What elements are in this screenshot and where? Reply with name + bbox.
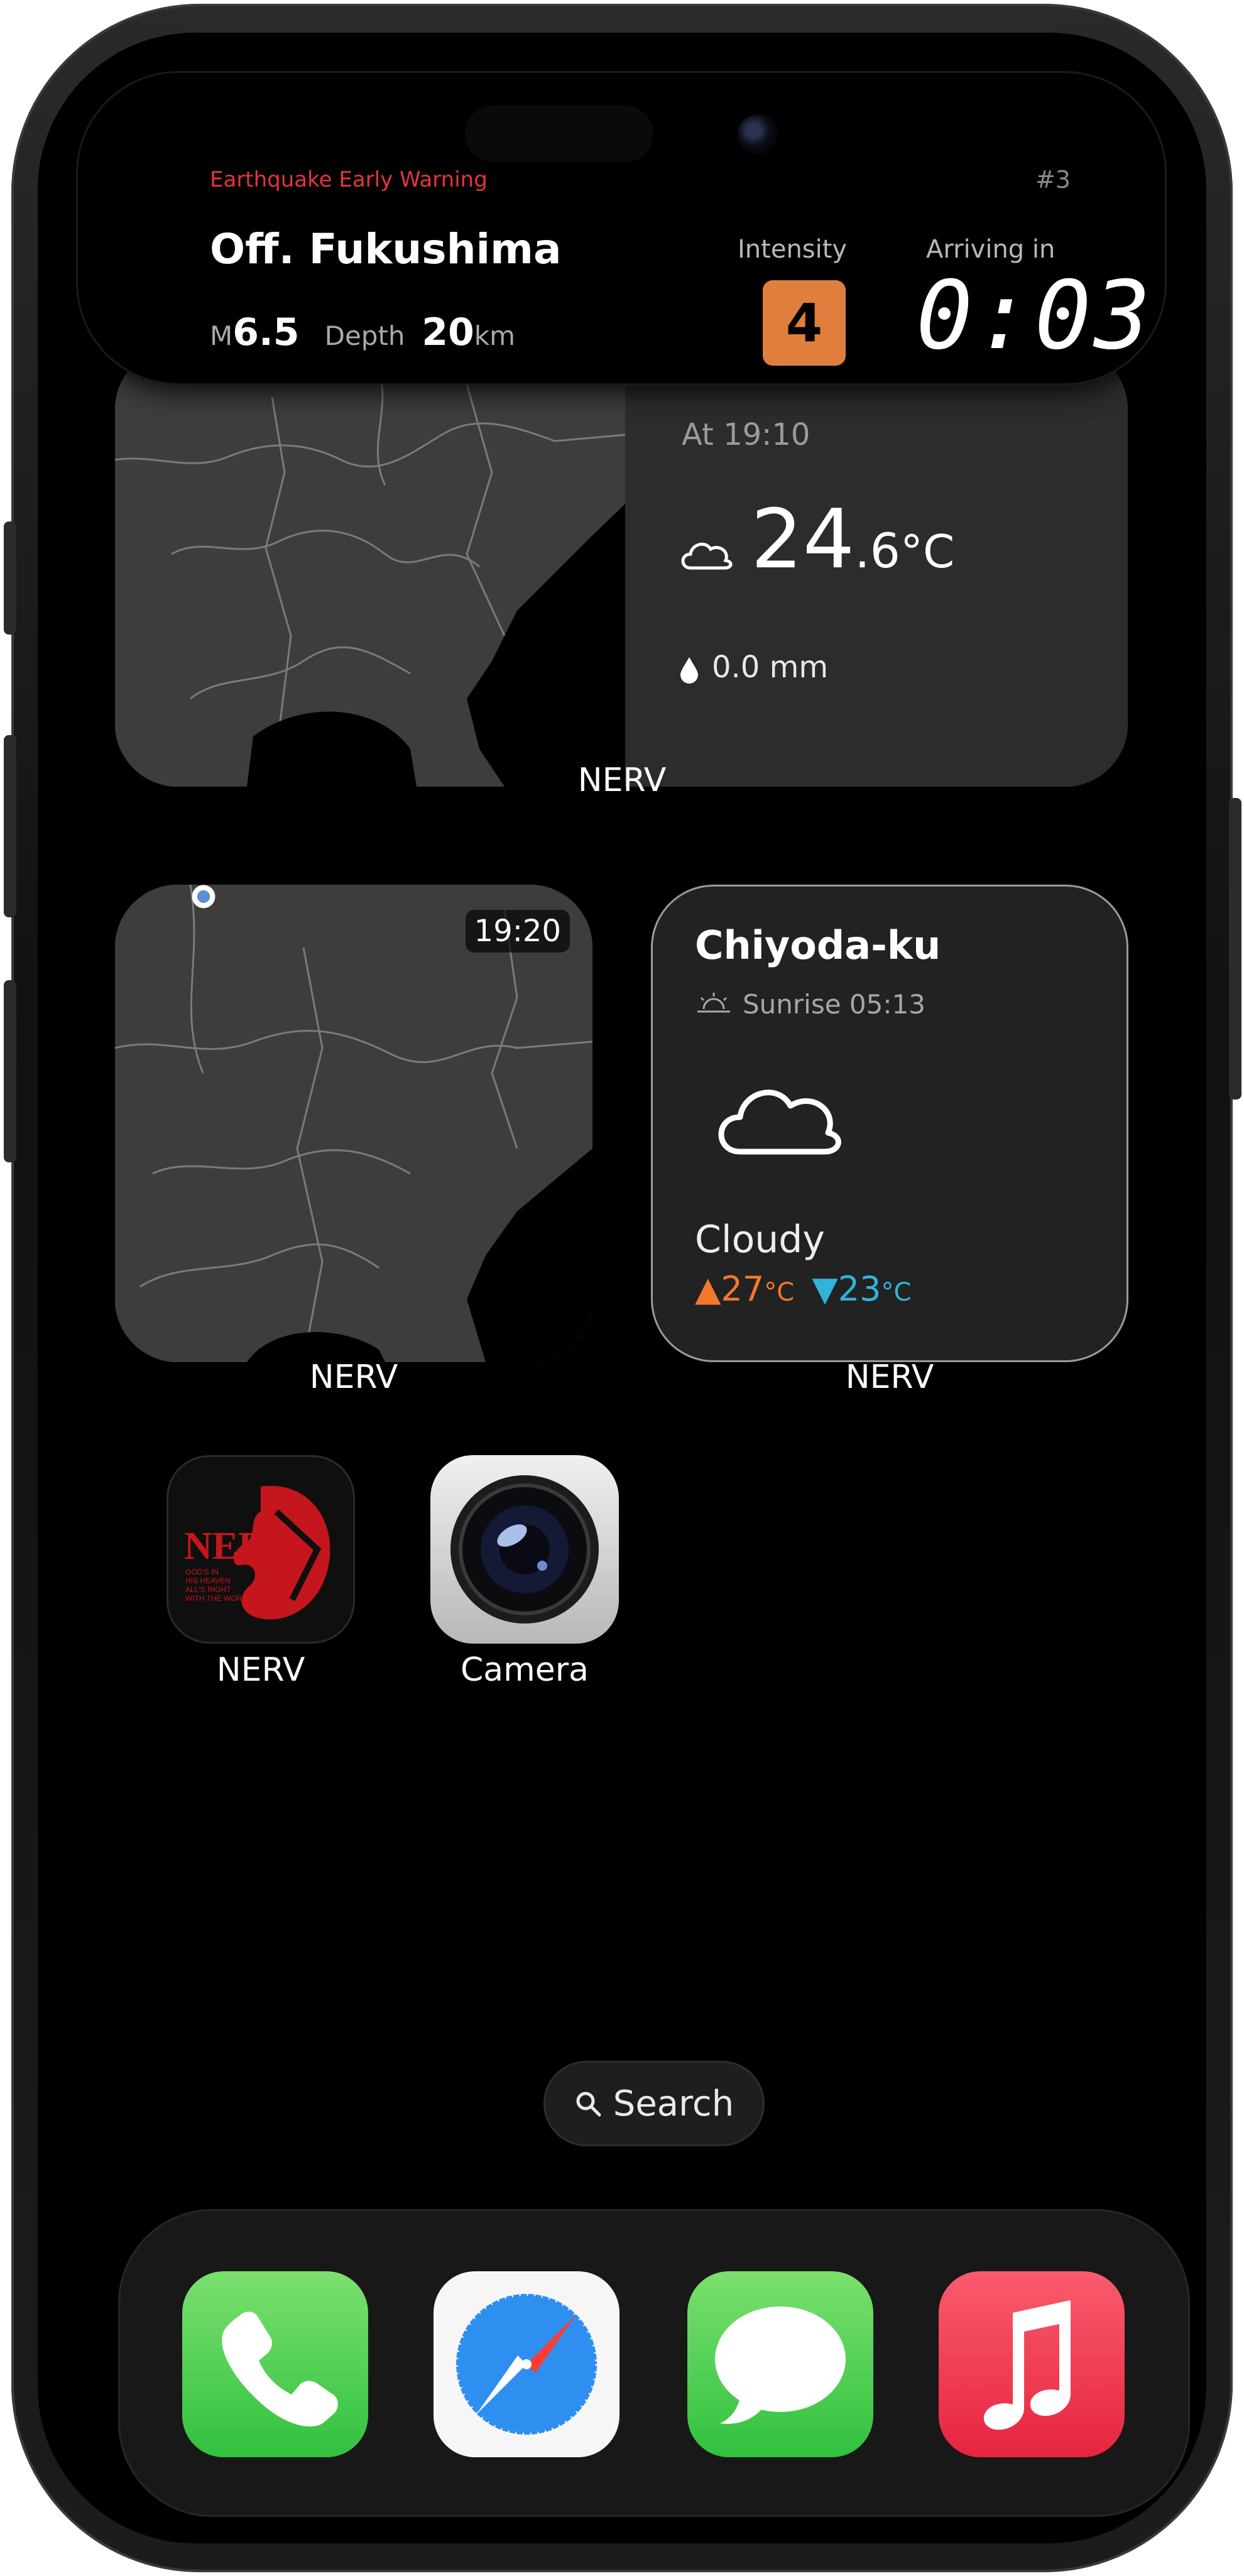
- widget-caption-large: NERV: [577, 761, 667, 799]
- widget-caption-weather: NERV: [845, 1358, 934, 1396]
- safari-app-icon[interactable]: [434, 2271, 619, 2457]
- alert-title: Earthquake Early Warning: [210, 167, 488, 192]
- earthquake-live-activity[interactable]: Earthquake Early Warning #3 Off. Fukushi…: [78, 73, 1165, 383]
- svg-text:ALL'S RIGHT: ALL'S RIGHT: [185, 1585, 231, 1594]
- map-widget[interactable]: 19:20: [115, 885, 592, 1362]
- safari-icon: [454, 2292, 599, 2437]
- search-button[interactable]: Search: [543, 2061, 765, 2146]
- music-app-icon[interactable]: [939, 2271, 1125, 2457]
- magnifier-icon: [576, 2092, 601, 2117]
- intensity-badge: 4: [763, 280, 846, 366]
- depth-label: Depth: [324, 320, 405, 351]
- temperature-range: ▲27°C ▼23°C: [695, 1269, 911, 1309]
- volume-up-button: [4, 735, 16, 917]
- map-background: [115, 885, 592, 1362]
- arrival-label: Arriving in: [926, 235, 1056, 264]
- weather-condition: Cloudy: [695, 1218, 825, 1262]
- camera-app-icon[interactable]: [430, 1455, 619, 1644]
- high-temp: ▲27°C: [695, 1269, 795, 1309]
- alert-number: #3: [1035, 166, 1071, 194]
- widget-caption-map: NERV: [309, 1358, 398, 1396]
- rainfall: 0.0 mm: [712, 650, 829, 685]
- rain-drop-icon: [680, 657, 698, 684]
- city-name: Chiyoda-ku: [695, 922, 941, 968]
- messages-app-icon[interactable]: [687, 2271, 873, 2457]
- messages-icon: [715, 2306, 846, 2424]
- app-label-camera: Camera: [460, 1651, 589, 1689]
- power-button: [1229, 798, 1241, 1100]
- map-background: [115, 347, 625, 787]
- map-timestamp: 19:20: [465, 910, 570, 952]
- depth-value: 20: [422, 310, 474, 354]
- front-camera: [738, 114, 778, 155]
- music-icon: [983, 2300, 1071, 2430]
- app-label-nerv: NERV: [216, 1651, 305, 1689]
- current-temperature: 24.6°C: [751, 491, 955, 587]
- magnitude-value: 6.5: [232, 310, 300, 354]
- low-temp: ▼23°C: [812, 1269, 912, 1309]
- dynamic-island-cutout: [465, 106, 653, 162]
- magnitude-prefix: M: [210, 320, 233, 351]
- sunrise-icon: [697, 993, 730, 1013]
- weather-large-widget[interactable]: At 19:10 24.6°C 0.0 mm: [115, 347, 1128, 787]
- home-screen: At 19:10 24.6°C 0.0 mm NERV Earthquake E…: [38, 33, 1206, 2543]
- nerv-app-icon[interactable]: NERV GOD'S IN HIS HEAVEN ALL'S RIGHT WIT…: [166, 1455, 355, 1644]
- action-button: [4, 521, 16, 635]
- svg-text:HIS HEAVEN: HIS HEAVEN: [185, 1576, 231, 1585]
- arrival-countdown: 0:03: [916, 261, 1154, 371]
- camera-lens-icon: [450, 1475, 599, 1624]
- phone-app-icon[interactable]: [182, 2271, 368, 2457]
- intensity-label: Intensity: [738, 235, 848, 264]
- cloud-icon: [681, 542, 733, 570]
- phone-icon: [222, 2311, 338, 2427]
- search-label: Search: [613, 2083, 734, 2124]
- region-map: [115, 371, 625, 787]
- depth-unit: km: [474, 320, 515, 351]
- weather-widget[interactable]: Chiyoda-ku Sunrise 05:13 Cloudy ▲27°C ▼23…: [651, 885, 1128, 1362]
- svg-text:WITH THE WORLD: WITH THE WORLD: [185, 1594, 252, 1603]
- volume-down-button: [4, 980, 16, 1162]
- svg-text:GOD'S IN: GOD'S IN: [185, 1568, 219, 1576]
- epicenter-location: Off. Fukushima: [210, 225, 562, 273]
- quake-details: M6.5 Depth 20km: [210, 310, 515, 354]
- observation-time: At 19:10: [682, 417, 810, 452]
- weather-panel: At 19:10 24.6°C 0.0 mm: [625, 347, 1128, 787]
- svg-text:NERV: NERV: [184, 1525, 293, 1568]
- region-map: [115, 885, 592, 1362]
- nerv-logo-icon: NERV GOD'S IN HIS HEAVEN ALL'S RIGHT WIT…: [184, 1485, 330, 1620]
- cloud-icon: [718, 1089, 841, 1155]
- sunrise-time: Sunrise 05:13: [743, 989, 925, 1020]
